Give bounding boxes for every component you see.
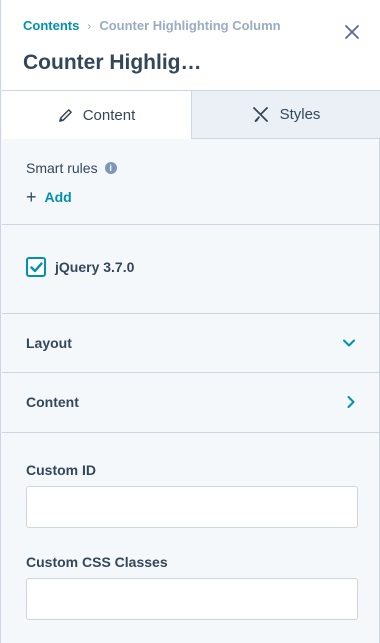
layout-accordion[interactable]: Layout xyxy=(2,314,380,372)
tab-content-label: Content xyxy=(82,106,136,124)
jquery-checkbox-label: jQuery 3.7.0 xyxy=(55,259,135,275)
custom-id-label: Custom ID xyxy=(26,462,96,478)
tab-styles[interactable]: Styles xyxy=(192,91,380,139)
content-accordion-label: Content xyxy=(26,394,79,410)
smart-rules-label: Smart rules xyxy=(26,160,98,176)
info-icon[interactable]: i xyxy=(104,162,117,174)
add-smart-rule-label: Add xyxy=(44,189,72,205)
layout-accordion-label: Layout xyxy=(26,335,72,351)
close-button[interactable] xyxy=(340,20,364,44)
smart-rules-header: Smart rules i xyxy=(26,160,117,176)
pencil-icon xyxy=(58,108,73,123)
close-icon xyxy=(345,25,359,39)
custom-css-classes-input[interactable] xyxy=(26,578,358,620)
jquery-checkbox-row[interactable]: jQuery 3.7.0 xyxy=(26,257,134,277)
breadcrumb-root-link[interactable]: Contents xyxy=(23,18,79,33)
divider xyxy=(2,224,380,225)
tab-content[interactable]: Content xyxy=(2,91,192,139)
content-accordion[interactable]: Content xyxy=(2,373,380,431)
custom-id-input[interactable] xyxy=(26,486,358,528)
jquery-checkbox[interactable] xyxy=(26,257,46,277)
editor-sidebar-panel: Contents › Counter Highlighting Column C… xyxy=(0,0,380,643)
tab-styles-label: Styles xyxy=(279,106,321,123)
page-title: Counter Highlig… xyxy=(23,51,202,74)
breadcrumb: Contents › Counter Highlighting Column xyxy=(23,18,281,33)
styles-icon xyxy=(252,106,270,123)
add-smart-rule-button[interactable]: + Add xyxy=(26,188,72,206)
breadcrumb-current: Counter Highlighting Column xyxy=(99,18,281,33)
plus-icon: + xyxy=(26,187,37,207)
divider xyxy=(2,432,380,433)
tab-bar: Content Styles xyxy=(2,91,380,139)
panel-header: Contents › Counter Highlighting Column C… xyxy=(2,0,380,91)
chevron-right-icon xyxy=(347,396,355,408)
custom-css-classes-label: Custom CSS Classes xyxy=(26,554,168,570)
chevron-down-icon xyxy=(343,339,355,347)
checkmark-icon xyxy=(29,261,43,272)
breadcrumb-separator: › xyxy=(87,18,92,33)
